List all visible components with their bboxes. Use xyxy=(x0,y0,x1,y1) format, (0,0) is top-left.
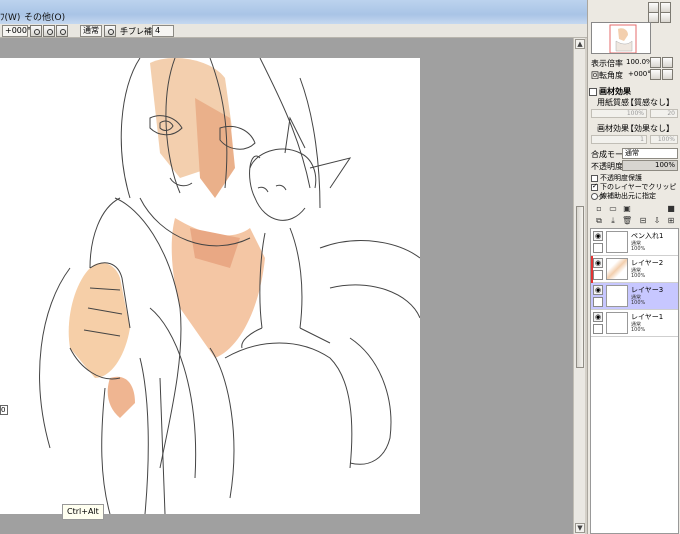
brush-texture-value[interactable]: 【効果なし】 xyxy=(626,123,674,134)
brush-texture-label: 画材効果 xyxy=(597,124,629,133)
flip-button[interactable] xyxy=(104,25,116,37)
rotate-right-button[interactable] xyxy=(56,25,68,37)
canvas-paper[interactable] xyxy=(0,58,420,514)
new-layer-icon[interactable]: ▫ xyxy=(594,204,604,214)
right-panel: 表示倍率 100.0% 回転角度 +000° 画材効果 用紙質感 【質感なし】 … xyxy=(587,0,680,534)
navigator-thumbnail xyxy=(609,24,637,53)
protect-opacity-text: 不透明度保護 xyxy=(600,174,642,182)
panel-close-icon[interactable] xyxy=(660,12,671,23)
panel-square-icon[interactable]: ■ xyxy=(666,204,676,214)
layer-opacity: 100% xyxy=(631,246,646,252)
eye-icon[interactable]: ◉ xyxy=(593,312,603,322)
layer-blend-select[interactable]: 通常 xyxy=(622,148,678,159)
rotate-cw-icon[interactable] xyxy=(662,69,673,80)
reference-text: 線補助出元に指定 xyxy=(600,192,656,200)
tall-figure-shading xyxy=(68,58,265,418)
reference-radio[interactable]: 線補助出元に指定 xyxy=(591,191,656,201)
zoom-in-icon[interactable] xyxy=(662,57,673,68)
eye-icon[interactable]: ◉ xyxy=(593,231,603,241)
eye-icon[interactable]: ◉ xyxy=(593,285,603,295)
transfer-down-icon[interactable]: ⇩ xyxy=(652,216,662,226)
checkbox-box xyxy=(591,174,598,182)
checkbox-box-checked xyxy=(591,182,598,191)
layer-opacity: 100% xyxy=(631,273,646,279)
paper-texture-label: 用紙質感 xyxy=(597,98,629,107)
paper-texture-value[interactable]: 【質感なし】 xyxy=(626,97,674,108)
eye-icon[interactable]: ◉ xyxy=(593,258,603,268)
rotate-ccw-icon[interactable] xyxy=(650,69,661,80)
merge-visible-icon[interactable]: ⊞ xyxy=(666,216,676,226)
lock-icon[interactable] xyxy=(593,324,603,334)
paper-scale-field[interactable]: 100% xyxy=(591,109,647,118)
menu-bar: ﾌ(W) その他(O) xyxy=(0,0,587,24)
layer-thumbnail xyxy=(606,285,628,307)
layer-item[interactable]: ◉ レイヤー2 通常 100% xyxy=(591,256,678,283)
canvas-vertical-scrollbar[interactable]: ▲ ▼ xyxy=(573,38,585,534)
rotation-angle-field[interactable]: +000° xyxy=(2,25,31,37)
trash-icon[interactable]: 🗑 xyxy=(622,216,632,226)
artwork xyxy=(39,58,420,514)
canvas-edge-indicator: 0 xyxy=(0,405,8,415)
layer-opacity: 100% xyxy=(631,327,646,333)
menu-window[interactable]: ﾌ(W) xyxy=(0,10,20,23)
canvas-area[interactable]: 0 Ctrl+Alt xyxy=(0,38,573,534)
scroll-up-icon[interactable]: ▲ xyxy=(575,39,585,49)
brush-strength-field[interactable]: 100% xyxy=(650,135,678,144)
rotate-reset-button[interactable] xyxy=(43,25,55,37)
toolbar: +000° 通常 手ブレ補正 4 xyxy=(0,24,587,38)
layer-thumbnail xyxy=(606,312,628,334)
scroll-thumb[interactable] xyxy=(576,206,584,368)
lock-icon[interactable] xyxy=(593,297,603,307)
lock-icon[interactable] xyxy=(593,243,603,253)
zoom-value: 100.0% xyxy=(626,58,653,66)
merge-down-icon[interactable]: ⤓ xyxy=(608,216,618,226)
layer-opacity: 100% xyxy=(631,300,646,306)
menu-other[interactable]: その他(O) xyxy=(24,10,65,23)
brush-scale-field[interactable]: 1 xyxy=(591,135,647,144)
scroll-down-icon[interactable]: ▼ xyxy=(575,523,585,533)
rotation-label: 回転角度 xyxy=(591,71,623,80)
paper-strength-field[interactable]: 20 xyxy=(650,109,678,118)
layer-item[interactable]: ◉ レイヤー1 通常 100% xyxy=(591,310,678,337)
layer-list[interactable]: ◉ ペン入れ1 通常 100% ◉ レイヤー2 通常 100% ◉ レイヤー3 … xyxy=(590,228,679,534)
layer-item[interactable]: ◉ ペン入れ1 通常 100% xyxy=(591,229,678,256)
layer-thumbnail xyxy=(606,231,628,253)
texture-section-header[interactable]: 画材効果 xyxy=(589,86,631,97)
layer-item-selected[interactable]: ◉ レイヤー3 通常 100% xyxy=(591,283,678,310)
lock-icon[interactable] xyxy=(593,270,603,280)
opacity-slider[interactable]: 100% xyxy=(622,160,678,171)
clear-layer-icon[interactable]: ⊟ xyxy=(638,216,648,226)
modifier-tooltip: Ctrl+Alt xyxy=(62,504,104,520)
new-linework-layer-icon[interactable]: ▭ xyxy=(608,204,618,214)
copy-layer-icon[interactable]: ⧉ xyxy=(594,216,604,226)
layer-thumbnail xyxy=(606,258,628,280)
texture-section-label: 画材効果 xyxy=(599,87,631,96)
blend-mode-select[interactable]: 通常 xyxy=(80,25,102,37)
zoom-label: 表示倍率 xyxy=(591,59,623,68)
rotate-left-button[interactable] xyxy=(30,25,42,37)
navigator-preview[interactable] xyxy=(591,22,651,54)
rotation-value: +000° xyxy=(628,70,651,78)
stabilizer-select[interactable]: 4 xyxy=(152,25,174,37)
opacity-label: 不透明度 xyxy=(591,162,623,171)
radio-box xyxy=(591,192,598,200)
zoom-out-icon[interactable] xyxy=(650,57,661,68)
new-folder-icon[interactable]: ▣ xyxy=(622,204,632,214)
